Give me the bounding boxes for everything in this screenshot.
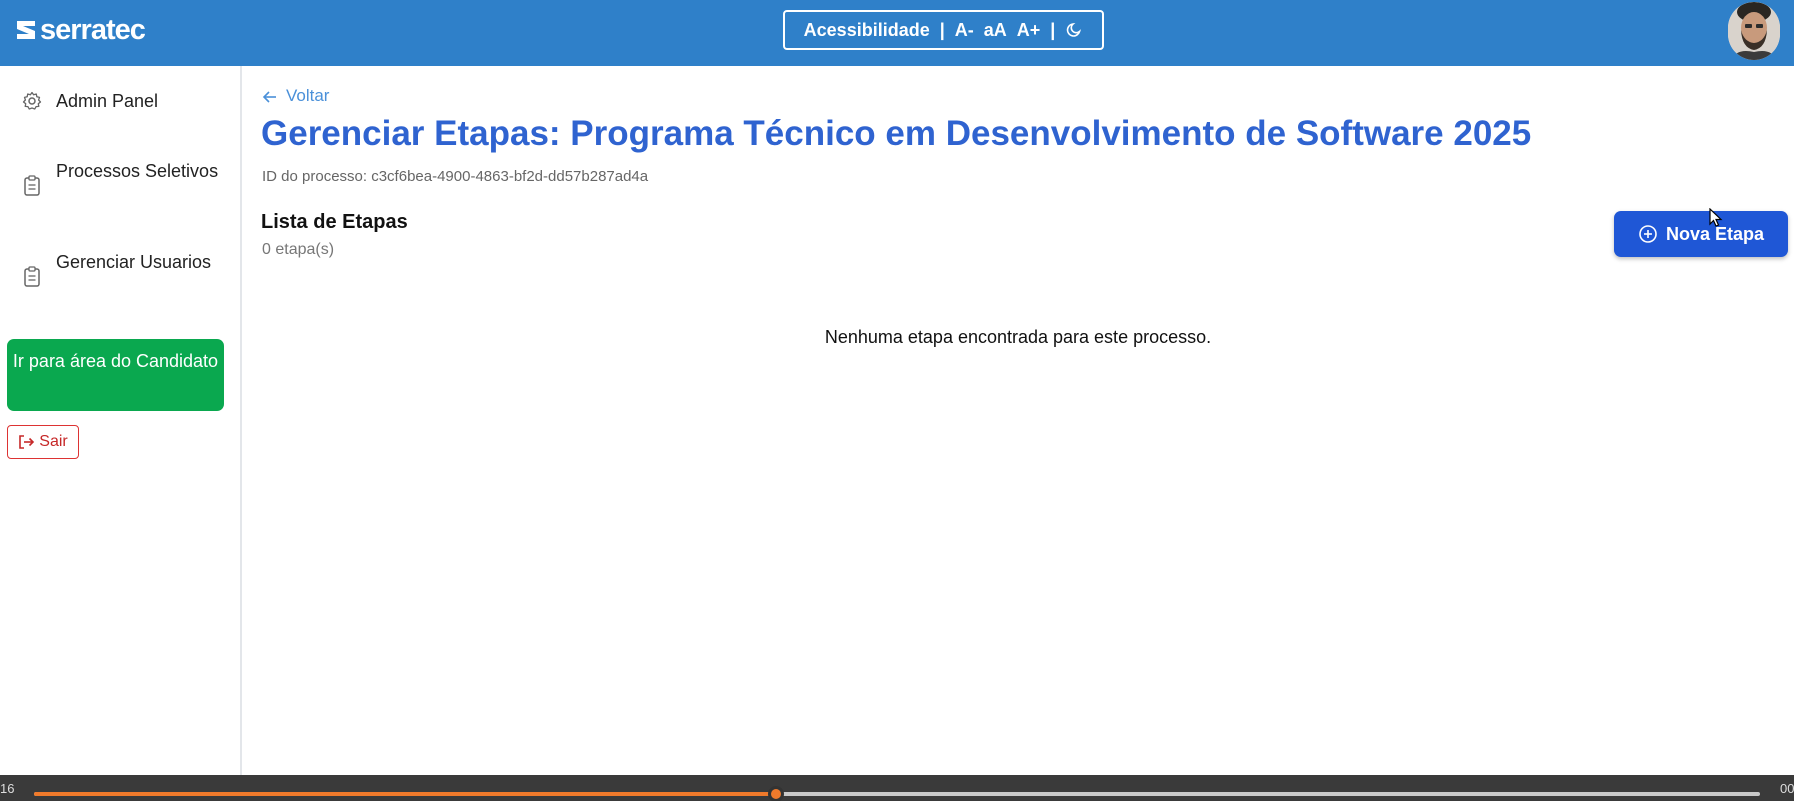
sidebar-item-label: Processos Seletivos	[56, 161, 219, 181]
list-title: Lista de Etapas	[261, 211, 408, 233]
clipboard-icon	[22, 175, 42, 197]
seek-handle[interactable]	[768, 786, 785, 801]
arrow-left-icon	[262, 89, 278, 103]
video-time-total: 00	[1780, 781, 1794, 796]
back-label: Voltar	[286, 86, 330, 105]
page-title: Gerenciar Etapas: Programa Técnico em De…	[261, 114, 1532, 153]
top-bar: serratec Acessibilidade | A- aA A+ |	[0, 0, 1794, 66]
logout-button[interactable]: Sair	[7, 425, 79, 459]
brand-logo[interactable]: serratec	[15, 12, 146, 48]
go-to-candidate-area-button[interactable]: Ir para área do Candidato	[7, 339, 224, 411]
list-count: 0 etapa(s)	[262, 241, 335, 258]
gear-icon	[22, 91, 42, 113]
moon-icon[interactable]	[1065, 21, 1083, 39]
process-id: ID do processo: c3cf6bea-4900-4863-bf2d-…	[262, 168, 649, 185]
font-reset-button[interactable]: aA	[984, 20, 1007, 41]
seek-track[interactable]	[34, 786, 1760, 801]
accessibility-label: Acessibilidade	[803, 19, 930, 40]
logout-icon	[18, 434, 35, 450]
new-stage-button[interactable]: Nova Etapa	[1614, 211, 1788, 257]
clipboard-icon	[22, 266, 42, 288]
seek-progress	[34, 792, 777, 796]
brand-name: serratec	[40, 14, 146, 46]
plus-circle-icon	[1638, 224, 1658, 244]
video-progress-bar: 16 00	[0, 775, 1794, 801]
separator: |	[939, 19, 945, 40]
empty-state-message: Nenhuma etapa encontrada para este proce…	[824, 327, 1212, 347]
font-decrease-button[interactable]: A-	[955, 20, 974, 41]
serratec-logo-icon	[15, 18, 37, 42]
font-increase-button[interactable]: A+	[1017, 20, 1041, 41]
sidebar-item-processos-seletivos[interactable]: Processos Seletivos	[0, 158, 240, 214]
user-avatar[interactable]	[1728, 2, 1780, 60]
back-link[interactable]: Voltar	[262, 86, 329, 106]
mouse-cursor-icon	[1709, 207, 1723, 228]
logout-label: Sair	[39, 433, 68, 450]
sidebar-item-label: Admin Panel	[56, 91, 159, 111]
video-time-elapsed: 16	[0, 781, 15, 796]
sidebar: Admin Panel Processos Seletivos Gerencia…	[0, 66, 242, 775]
accessibility-bar: Acessibilidade | A- aA A+ |	[783, 10, 1104, 50]
sidebar-item-gerenciar-usuarios[interactable]: Gerenciar Usuarios	[0, 249, 240, 305]
sidebar-item-label: Gerenciar Usuarios	[56, 252, 212, 272]
sidebar-item-admin-panel[interactable]: Admin Panel	[0, 84, 240, 120]
separator: |	[1050, 19, 1056, 40]
